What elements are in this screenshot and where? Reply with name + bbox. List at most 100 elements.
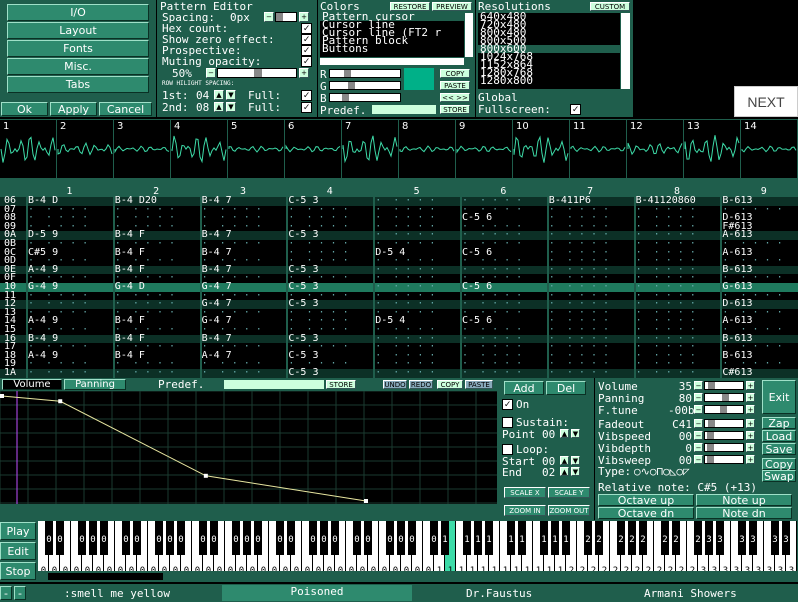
preview-button[interactable]: PREVIEW <box>432 2 472 11</box>
nav-misc-button[interactable]: Misc. <box>7 58 149 75</box>
scope-channel-number[interactable]: 3 <box>117 121 123 132</box>
env-paste-button[interactable]: PASTE <box>465 380 493 389</box>
volume-slider[interactable] <box>704 381 744 390</box>
exit-button[interactable]: Exit <box>762 380 796 414</box>
piano-black-key[interactable]: 0 <box>89 521 97 555</box>
loop-end-up[interactable]: ▲ <box>560 467 569 476</box>
second-hilight-up-button[interactable]: ▲ <box>214 102 224 112</box>
color-copy-button[interactable]: COPY <box>440 69 470 78</box>
piano-black-key[interactable]: 0 <box>133 521 141 555</box>
fadeout-increase-button[interactable]: + <box>746 419 755 428</box>
env-redo-button[interactable]: REDO <box>409 380 433 389</box>
piano-black-key[interactable]: 2 <box>661 521 669 555</box>
save-button[interactable]: Save <box>762 443 796 456</box>
second-hilight-down-button[interactable]: ▼ <box>226 102 236 112</box>
hex-count-checkbox[interactable]: ✓ <box>301 23 312 34</box>
vibdepth-increase-button[interactable]: + <box>746 443 755 452</box>
keyboard-scrollbar[interactable] <box>38 572 798 581</box>
volume-increase-button[interactable]: + <box>746 381 755 390</box>
piano-black-key[interactable]: 1 <box>507 521 515 555</box>
pattern-cell[interactable]: · · · · · <box>375 367 435 377</box>
piano-black-key[interactable]: 1 <box>551 521 559 555</box>
octave-up-button[interactable]: Octave up <box>598 494 694 507</box>
env-on-checkbox[interactable]: ✓ <box>502 399 513 410</box>
env-add-button[interactable]: Add <box>504 381 544 395</box>
piano-black-key[interactable]: 0 <box>331 521 339 555</box>
piano-black-key[interactable]: 2 <box>617 521 625 555</box>
scope-channel-number[interactable]: 11 <box>573 121 586 132</box>
piano-black-key[interactable]: 0 <box>232 521 240 555</box>
envelope-hscroll[interactable] <box>0 505 497 517</box>
piano-black-key[interactable]: 3 <box>782 521 790 555</box>
panning-decrease-button[interactable]: − <box>694 393 703 402</box>
swap-button[interactable]: Swap <box>762 470 796 483</box>
pattern-cell[interactable]: · · · · · <box>636 367 696 377</box>
muting-increase-button[interactable]: + <box>299 68 309 78</box>
load-button[interactable]: Load <box>762 430 796 443</box>
piano-black-key[interactable]: 3 <box>749 521 757 555</box>
piano-black-key[interactable]: 0 <box>100 521 108 555</box>
fadeout-decrease-button[interactable]: − <box>694 419 703 428</box>
note-down-button[interactable]: Note dn <box>696 507 792 520</box>
pattern-scrollbar[interactable] <box>0 178 798 186</box>
scope-channel-number[interactable]: 1 <box>3 121 9 132</box>
color-list-hscroll[interactable] <box>320 58 464 65</box>
piano-black-key[interactable]: 1 <box>474 521 482 555</box>
env-copy-button[interactable]: COPY <box>437 380 463 389</box>
piano-black-key[interactable]: 2 <box>694 521 702 555</box>
piano-black-key[interactable]: 3 <box>705 521 713 555</box>
instrument-slot-selected[interactable]: Poisoned <box>222 585 412 601</box>
piano-black-key[interactable]: 0 <box>177 521 185 555</box>
pattern-cell[interactable]: · · · · · <box>28 367 88 377</box>
piano-black-key[interactable]: 3 <box>716 521 724 555</box>
instrument-slot[interactable]: Dr.Faustus <box>466 587 532 600</box>
panning-slider[interactable] <box>704 393 744 402</box>
nav-io-button[interactable]: I/O <box>7 4 149 21</box>
nav-tabs-button[interactable]: Tabs <box>7 76 149 93</box>
pattern-row[interactable]: 1A · · · · · · · · · · · · · · · C-5 3 · · · … <box>0 367 798 378</box>
piano-black-key[interactable]: 0 <box>166 521 174 555</box>
scale-x-button[interactable]: SCALE X <box>504 487 546 498</box>
piano-black-key[interactable]: 1 <box>518 521 526 555</box>
piano-black-key[interactable]: 0 <box>430 521 438 555</box>
volume-decrease-button[interactable]: − <box>694 381 703 390</box>
custom-resolution-button[interactable]: CUSTOM <box>590 2 630 11</box>
piano-black-key[interactable]: 0 <box>56 521 64 555</box>
resolution-list-scrollbar[interactable] <box>621 13 630 89</box>
cancel-button[interactable]: Cancel <box>99 102 152 116</box>
vibdepth-slider[interactable] <box>704 443 744 452</box>
piano-black-key[interactable]: 1 <box>562 521 570 555</box>
envelope-line[interactable] <box>1 395 367 502</box>
vibsweep-slider[interactable] <box>704 455 744 464</box>
muting-slider[interactable] <box>217 68 297 78</box>
piano-black-key[interactable]: 1 <box>441 521 449 555</box>
scope-channel-number[interactable]: 13 <box>687 121 700 132</box>
copy-button[interactable]: Copy <box>762 458 796 471</box>
scope-channel-number[interactable]: 7 <box>345 121 351 132</box>
nav-layout-button[interactable]: Layout <box>7 22 149 39</box>
vibspeed-increase-button[interactable]: + <box>746 431 755 440</box>
octave-down-button[interactable]: Octave dn <box>598 507 694 520</box>
pattern-cell[interactable]: C-5 3 <box>288 367 318 377</box>
piano-black-key[interactable]: 0 <box>276 521 284 555</box>
resolution-list[interactable]: 640x480 720x480 800x480 800x500 800x600 … <box>478 11 620 89</box>
piano-black-key[interactable]: 0 <box>408 521 416 555</box>
waveform-type-icons[interactable]: ○∿○⊓○◺○◸ <box>634 465 690 478</box>
vibspeed-slider[interactable] <box>704 431 744 440</box>
prospective-checkbox[interactable]: ✓ <box>301 45 312 56</box>
color-paste-button[interactable]: PASTE <box>440 81 470 90</box>
piano-black-key[interactable]: 3 <box>771 521 779 555</box>
vibspeed-decrease-button[interactable]: − <box>694 431 703 440</box>
pattern-cell[interactable]: · · · · · <box>462 367 522 377</box>
muting-checkbox[interactable]: ✓ <box>301 56 312 67</box>
pattern-cell[interactable]: C#613 <box>722 367 752 377</box>
piano-black-key[interactable]: 0 <box>320 521 328 555</box>
scope-channel-number[interactable]: 14 <box>744 121 757 132</box>
piano-black-key[interactable]: 0 <box>199 521 207 555</box>
env-predef-slots[interactable] <box>224 380 324 389</box>
color-nav-button[interactable]: << >> <box>440 93 470 102</box>
piano-black-key[interactable]: 2 <box>672 521 680 555</box>
panning-increase-button[interactable]: + <box>746 393 755 402</box>
piano-black-key[interactable]: 1 <box>485 521 493 555</box>
piano-black-key[interactable]: 0 <box>364 521 372 555</box>
